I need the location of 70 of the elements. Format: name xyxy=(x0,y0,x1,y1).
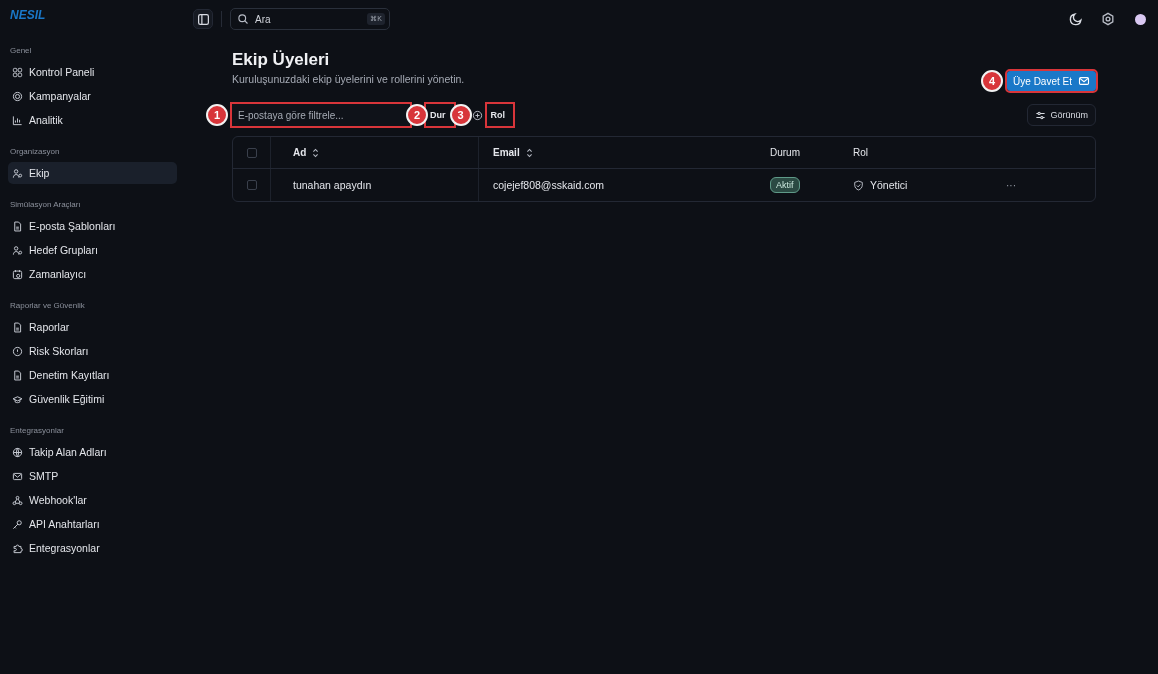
sidebar-item[interactable]: Risk Skorları xyxy=(8,340,177,362)
cap-icon xyxy=(12,393,23,405)
callout-number: 3 xyxy=(449,104,472,126)
avatar[interactable] xyxy=(1135,13,1146,25)
calendar-icon xyxy=(12,268,23,280)
plus-circle-icon xyxy=(471,109,483,121)
more-actions-button[interactable]: ··· xyxy=(1006,179,1016,191)
sidebar-item[interactable]: Ekip xyxy=(8,162,177,184)
webhook-icon xyxy=(12,494,23,506)
sidebar-section-title: Entegrasyonlar xyxy=(9,425,65,437)
target-icon xyxy=(12,90,23,102)
sidebar-toggle-icon[interactable] xyxy=(193,9,213,29)
sidebar-item[interactable]: Güvenlik Eğitimi xyxy=(8,388,177,410)
sidebar-item[interactable]: Webhook'lar xyxy=(8,489,177,511)
sidebar-item[interactable]: Analitik xyxy=(8,109,177,131)
page-subtitle: Kuruluşunuzdaki ekip üyelerini ve rollerini yönetin. xyxy=(232,73,465,85)
sidebar-item[interactable]: Kampanyalar xyxy=(8,85,177,107)
sidebar-section-title: Genel xyxy=(9,45,33,57)
email-filter-field[interactable]: E-postaya göre filtrele... xyxy=(232,104,410,126)
callout-number: 2 xyxy=(406,104,428,126)
sidebar-item[interactable]: SMTP xyxy=(8,465,177,487)
sidebar-section-title: Raporlar ve Güvenlik xyxy=(9,300,86,312)
search-icon xyxy=(237,13,249,25)
sliders-icon xyxy=(1035,109,1047,121)
key-icon xyxy=(12,518,23,530)
table-cell: Yönetici xyxy=(870,179,908,191)
globe-icon xyxy=(12,446,23,458)
column-header[interactable]: Email xyxy=(493,147,520,158)
sidebar-item[interactable]: Hedef Grupları xyxy=(8,239,177,261)
chart-icon xyxy=(12,114,23,126)
invite-member-button[interactable]: Üye Davet Et xyxy=(1007,71,1096,91)
moon-icon[interactable] xyxy=(1069,12,1083,26)
users-icon xyxy=(12,167,23,179)
row-checkbox[interactable] xyxy=(246,180,257,190)
sidebar-item[interactable]: Takip Alan Adları xyxy=(8,441,177,463)
callout-number: 4 xyxy=(981,70,1004,92)
sort-icon[interactable] xyxy=(525,147,533,158)
users-icon xyxy=(12,244,23,256)
search-field[interactable]: Ara xyxy=(253,12,364,26)
sidebar-item[interactable]: Raporlar xyxy=(8,316,177,338)
column-header[interactable]: Ad xyxy=(293,147,307,158)
column-header[interactable]: Rol xyxy=(853,147,868,158)
sidebar-section-title: Simülasyon Araçları xyxy=(9,199,82,211)
sort-icon[interactable] xyxy=(312,147,320,158)
table-cell: cojejef808@sskaid.com xyxy=(493,179,605,191)
file-icon xyxy=(12,369,23,381)
brand-logo[interactable]: NESIL xyxy=(8,6,177,30)
grid-icon xyxy=(12,66,23,78)
table-cell: tunahan apaydın xyxy=(293,179,372,191)
sidebar-item[interactable]: E-posta Şablonları xyxy=(8,215,177,237)
file-icon xyxy=(12,220,23,232)
view-button[interactable]: Görünüm xyxy=(1027,104,1096,126)
select-all-checkbox[interactable] xyxy=(246,147,257,158)
sidebar-section-title: Organizasyon xyxy=(9,146,61,158)
sidebar-item[interactable]: Entegrasyonlar xyxy=(8,537,177,559)
page-title: Ekip Üyeleri xyxy=(232,50,331,70)
sidebar-item[interactable]: Zamanlayıcı xyxy=(8,263,177,285)
callout-number: 1 xyxy=(206,104,228,126)
column-header[interactable]: Durum xyxy=(770,147,800,158)
shield-icon xyxy=(853,179,864,191)
alert-icon xyxy=(12,345,23,357)
sidebar-item[interactable]: Denetim Kayıtları xyxy=(8,364,177,386)
file-icon xyxy=(12,321,23,333)
role-filter-button[interactable]: Rol xyxy=(486,104,513,126)
sidebar-item[interactable]: API Anahtarları xyxy=(8,513,177,535)
mail-icon xyxy=(12,470,23,482)
mail-icon xyxy=(1078,75,1090,87)
settings-icon[interactable] xyxy=(1101,12,1115,26)
status-badge: Aktif xyxy=(770,177,800,193)
sidebar-item[interactable]: Kontrol Paneli xyxy=(8,61,177,83)
